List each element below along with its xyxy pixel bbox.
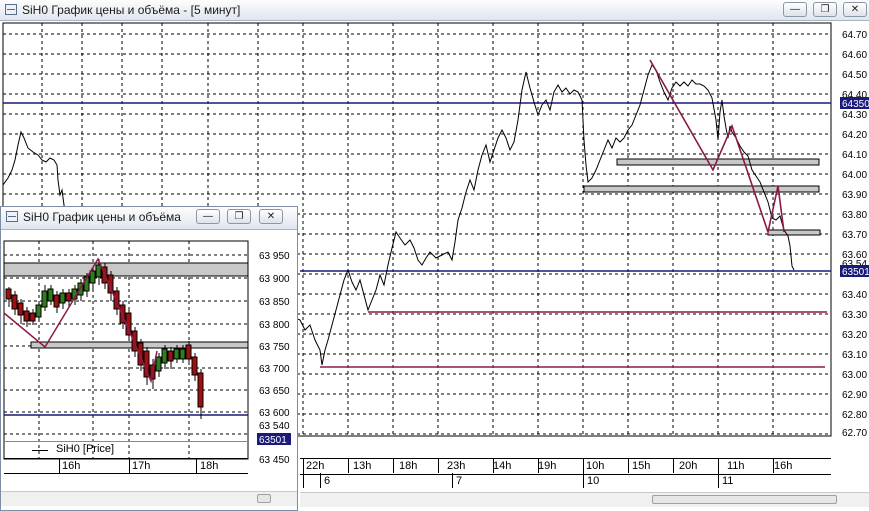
inset-window-title: SiH0 График цены и объёма [23,210,181,224]
inset-restore-button[interactable]: ❐ [227,209,251,224]
main-window-title: SiH0 График цены и объёма - [5 минут] [22,3,241,17]
inset-time-axis: 16h 17h 18h [4,458,248,487]
time-label: 16h [774,460,793,472]
legend-label: SiH0 [Price] [56,443,115,455]
price-tick: 62.80 [842,410,867,421]
price-marker-top-label: 64350 [842,99,869,110]
time-label: 14h [493,460,512,472]
time-label: 13h [353,460,372,472]
time-axis [300,458,831,489]
price-marker-bottom-label: 63501 [842,267,869,278]
price-tick: 64.50 [842,70,867,81]
price-tick: 64.20 [842,130,867,141]
inset-zone-upper[interactable] [3,262,249,277]
time-label: 10h [586,460,605,472]
time-label: 11h [727,460,745,472]
close-button[interactable]: ✕ [843,2,867,17]
trend-lines[interactable] [649,59,785,235]
main-scroll-thumb[interactable] [652,495,837,504]
price-tick: 63.30 [842,310,867,321]
inset-title-bar[interactable]: SiH0 График цены и объёма — ❐ ✕ [1,207,297,230]
inset-price-tick: 63 850 [259,297,290,308]
price-tick: 64.00 [842,170,867,181]
price-tick: 63.40 [842,290,867,301]
inset-price-tick: 63 950 [259,251,290,262]
inset-close-button[interactable]: ✕ [259,209,283,224]
price-tick: 63.00 [842,370,867,381]
price-tick: 63.20 [842,330,867,341]
time-label: 22h [306,460,325,472]
legend-line-swatch [32,450,48,451]
date-label: 10 [587,475,600,487]
price-tick: 63.90 [842,190,867,201]
chart-app-icon [5,4,17,15]
inset-price-tick: 63 450 [259,455,290,466]
inset-minimize-button[interactable]: — [196,209,220,224]
inset-price-tick: 63 900 [259,274,290,285]
time-label: 23h [447,460,466,472]
price-tick: 64.30 [842,110,867,121]
inset-price-tick: 63 650 [259,386,290,397]
inset-time-label: 18h [200,460,219,472]
main-horizontal-scrollbar[interactable] [300,492,869,507]
time-axis-row [300,459,831,475]
main-title-bar[interactable]: SiH0 График цены и объёма - [5 минут] — … [0,0,869,21]
price-tick: 63.70 [842,230,867,241]
date-label: 11 [722,475,734,487]
price-tick: 63.10 [842,350,867,361]
restore-button[interactable]: ❐ [813,2,837,17]
inset-time-label: 17h [132,460,151,472]
inset-price-tick: 63 540 [259,421,290,432]
zone-63-70[interactable] [767,229,821,236]
inset-scroll-thumb[interactable] [257,494,271,503]
date-label: 7 [456,475,463,487]
inset-price-tick: 63 700 [259,364,290,375]
inset-price-tick: 63 600 [259,408,290,419]
inset-horizontal-scrollbar[interactable] [1,491,297,506]
inset-price-tick: 63 800 [259,320,290,331]
price-tick: 62.70 [842,428,867,439]
minimize-button[interactable]: — [783,2,807,17]
zone-63-92[interactable] [583,185,820,193]
inset-time-label: 16h [62,460,81,472]
time-label: 18h [399,460,418,472]
chart-app-icon [6,211,18,222]
date-label: 6 [324,475,331,487]
price-tick: 64.70 [842,30,867,41]
inset-legend: SiH0 [Price] [4,441,248,458]
time-label: 15h [632,460,651,472]
price-tick: 63.80 [842,210,867,221]
time-label: 19h [538,460,557,472]
inset-chart-window: SiH0 График цены и объёма — ❐ ✕ 63 950 6… [0,206,298,511]
price-tick: 64.60 [842,50,867,61]
time-label: 20h [679,460,698,472]
price-tick: 64.10 [842,150,867,161]
price-tick: 62.90 [842,390,867,401]
inset-price-tick: 63 750 [259,342,290,353]
inset-price-marker-label: 63501 [259,435,287,446]
price-axis: 64.70 64.60 64.50 64.40 64.30 64.20 64.1… [842,30,867,439]
